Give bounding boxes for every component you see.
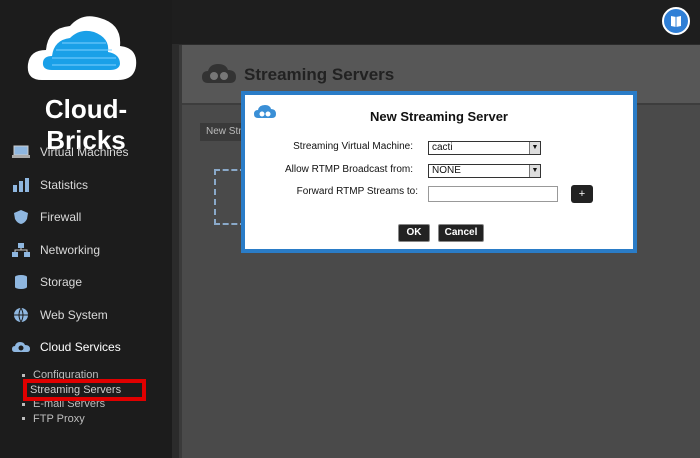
cloud-logo-icon bbox=[22, 10, 142, 90]
globe-icon bbox=[10, 306, 32, 324]
ok-button[interactable]: OK bbox=[398, 224, 430, 242]
cloud-gear-icon bbox=[10, 338, 32, 356]
rtmp-select-value: NONE bbox=[432, 165, 461, 176]
subitem-streaming-servers[interactable]: Streaming Servers bbox=[23, 378, 146, 401]
book-icon[interactable] bbox=[662, 7, 690, 35]
forward-row: Forward RTMP Streams to: + bbox=[245, 185, 633, 203]
cloud-gear-icon bbox=[200, 61, 238, 92]
dialog-title: New Streaming Server bbox=[369, 109, 508, 124]
bullet-icon bbox=[22, 417, 25, 421]
subitem-configuration[interactable]: Configuration bbox=[22, 368, 162, 383]
sidebar-item-label: Networking bbox=[40, 242, 101, 257]
sidebar: Cloud-Bricks Virtual Machines Statistics… bbox=[0, 0, 172, 458]
page-title: Streaming Servers bbox=[244, 65, 395, 84]
chevron-down-icon: ▼ bbox=[529, 165, 540, 177]
subitem-label: Configuration bbox=[33, 369, 99, 382]
add-forward-button[interactable]: + bbox=[571, 185, 593, 203]
database-icon bbox=[10, 273, 32, 291]
sidebar-item-label: Firewall bbox=[40, 210, 82, 225]
new-streaming-server-dialog: New Streaming Server Streaming Virtual M… bbox=[241, 91, 637, 253]
vm-select-value: cacti bbox=[432, 142, 453, 153]
vm-label: Streaming Virtual Machine: bbox=[293, 141, 413, 152]
chart-icon bbox=[10, 176, 32, 194]
sidebar-item-label: Cloud Services bbox=[40, 340, 121, 355]
sidebar-item-label: Web System bbox=[40, 307, 108, 322]
laptop-icon bbox=[10, 143, 32, 161]
sidebar-item-label: Virtual Machines bbox=[40, 145, 129, 160]
subitem-email-servers[interactable]: E-mail Servers bbox=[22, 397, 162, 412]
sidebar-item-statistics[interactable]: Statistics bbox=[0, 169, 172, 202]
rtmp-broadcast-select[interactable]: NONE ▼ bbox=[428, 164, 541, 178]
subitem-ftp-proxy[interactable]: FTP Proxy bbox=[22, 412, 162, 427]
sidebar-item-label: Storage bbox=[40, 275, 83, 290]
sidebar-item-storage[interactable]: Storage bbox=[0, 266, 172, 299]
bullet-icon bbox=[22, 402, 25, 406]
sidebar-item-cloud-services[interactable]: Cloud Services bbox=[0, 331, 172, 364]
chevron-down-icon: ▼ bbox=[529, 142, 540, 154]
sidebar-nav: Virtual Machines Statistics Firewall Net… bbox=[0, 136, 172, 364]
sidebar-item-networking[interactable]: Networking bbox=[0, 234, 172, 267]
network-icon bbox=[10, 241, 32, 259]
sidebar-item-label: Statistics bbox=[40, 177, 89, 192]
cancel-button[interactable]: Cancel bbox=[438, 224, 484, 242]
subitem-label: Streaming Servers bbox=[30, 383, 122, 396]
sidebar-item-web-system[interactable]: Web System bbox=[0, 299, 172, 332]
vm-row: Streaming Virtual Machine: cacti ▼ bbox=[245, 141, 633, 157]
bullet-icon bbox=[22, 373, 25, 377]
forward-label: Forward RTMP Streams to: bbox=[296, 186, 418, 197]
vm-select[interactable]: cacti ▼ bbox=[428, 141, 541, 155]
cloud-services-submenu: Configuration Streaming Servers E-mail S… bbox=[22, 368, 162, 426]
sidebar-item-firewall[interactable]: Firewall bbox=[0, 201, 172, 234]
shield-icon bbox=[10, 208, 32, 226]
rtmp-label: Allow RTMP Broadcast from: bbox=[284, 164, 413, 175]
sidebar-item-virtual-machines[interactable]: Virtual Machines bbox=[0, 136, 172, 169]
subitem-label: FTP Proxy bbox=[33, 412, 85, 425]
rtmp-row: Allow RTMP Broadcast from: NONE ▼ bbox=[245, 164, 633, 180]
forward-streams-input[interactable] bbox=[428, 186, 558, 202]
subitem-label: E-mail Servers bbox=[33, 398, 106, 411]
